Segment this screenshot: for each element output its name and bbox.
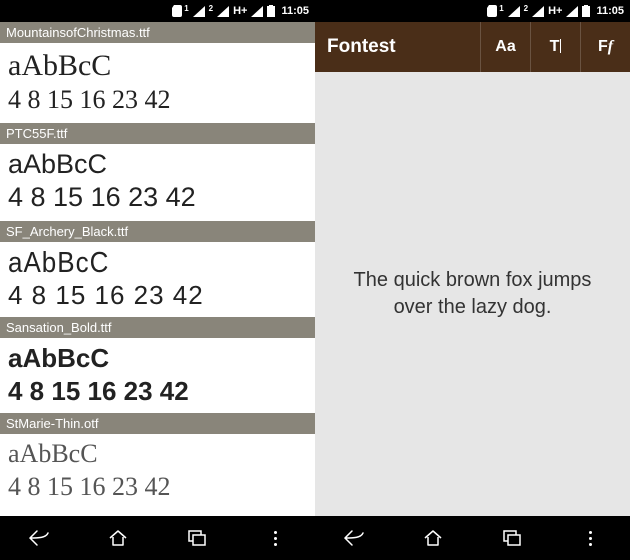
app-bar: Fontest Aa T Ff	[315, 22, 630, 72]
recent-apps-button[interactable]	[172, 523, 222, 553]
battery-icon	[267, 5, 275, 17]
status-bar: 1 2 H+ 11:05	[0, 0, 315, 22]
sample-numbers: 4 8 15 16 23 42	[8, 473, 307, 502]
sim1-label: 1	[184, 4, 188, 13]
signal-icon	[508, 6, 520, 17]
font-header[interactable]: Sansation_Bold.ttf	[0, 317, 315, 338]
preview-text: The quick brown fox jumps over the lazy …	[343, 267, 602, 321]
signal-icon	[217, 6, 229, 17]
aa-icon: Aa	[495, 38, 515, 56]
sample-numbers: 4 8 15 16 23 42	[8, 183, 307, 213]
sample-numbers: 4 8 15 16 23 42	[8, 86, 307, 115]
sample-letters: aAbBcC	[8, 247, 307, 278]
app-content: Fontest Aa T Ff The quick brown fox jump…	[315, 22, 630, 516]
font-list[interactable]: MountainsofChristmas.ttfaAbBcC4 8 15 16 …	[0, 22, 315, 516]
nav-bar	[315, 516, 630, 560]
status-bar: 1 2 H+ 11:05	[315, 0, 630, 22]
sample-letters: aAbBcC	[8, 49, 307, 82]
battery-icon	[582, 5, 590, 17]
menu-dots-button[interactable]	[251, 523, 301, 553]
network-label: H+	[233, 5, 247, 17]
nav-bar	[0, 516, 315, 560]
menu-dots-button[interactable]	[566, 523, 616, 553]
signal-icon	[532, 6, 544, 17]
back-button[interactable]	[14, 523, 64, 553]
home-button[interactable]	[93, 523, 143, 553]
preview-area[interactable]: The quick brown fox jumps over the lazy …	[315, 72, 630, 516]
network-label: H+	[548, 5, 562, 17]
sim-card-icon: 1	[487, 5, 503, 17]
back-button[interactable]	[329, 523, 379, 553]
sample-letters: aAbBcC	[8, 440, 307, 469]
sim1-label: 1	[499, 4, 503, 13]
signal-icon	[193, 6, 205, 17]
font-sample[interactable]: aAbBcC 4 8 15 16 23 42	[0, 434, 315, 509]
font-header[interactable]: PTC55F.ttf	[0, 123, 315, 144]
sim2-label: 2	[524, 4, 528, 13]
clock: 11:05	[281, 5, 309, 17]
font-sample[interactable]: aAbBcC4 8 15 16 23 42	[0, 144, 315, 221]
menu-dots-icon	[274, 531, 277, 546]
phone-right: 1 2 H+ 11:05 Fontest Aa T	[315, 0, 630, 560]
action-text-button[interactable]: T	[530, 22, 580, 72]
home-button[interactable]	[408, 523, 458, 553]
font-header[interactable]: SF_Archery_Black.ttf	[0, 221, 315, 242]
app-title: Fontest	[315, 22, 480, 72]
font-sample[interactable]: aAbBcC 4 8 15 16 23 42	[0, 43, 315, 123]
text-cursor-icon: T	[550, 38, 562, 56]
action-ff-button[interactable]: Ff	[580, 22, 630, 72]
sim-card-icon: 1	[172, 5, 188, 17]
sample-numbers: 4 8 15 16 23 42	[8, 281, 307, 310]
menu-dots-icon	[589, 531, 592, 546]
font-header[interactable]: StMarie-Thin.otf	[0, 413, 315, 434]
ff-icon: Ff	[598, 38, 613, 56]
signal-icon	[566, 6, 578, 17]
sample-numbers: 4 8 15 16 23 42	[8, 377, 307, 406]
font-header[interactable]: MountainsofChristmas.ttf	[0, 22, 315, 43]
phone-left: 1 2 H+ 11:05 MountainsofChristmas.ttf aAb…	[0, 0, 315, 560]
sim2-label: 2	[209, 4, 213, 13]
clock: 11:05	[596, 5, 624, 17]
signal-icon	[251, 6, 263, 17]
font-sample[interactable]: aAbBcC 4 8 15 16 23 42	[0, 242, 315, 317]
recent-apps-button[interactable]	[487, 523, 537, 553]
sample-letters: aAbBcC	[8, 150, 307, 180]
action-aa-button[interactable]: Aa	[480, 22, 530, 72]
sample-letters: aAbBcC	[8, 344, 307, 373]
font-sample[interactable]: aAbBcC 4 8 15 16 23 42	[0, 338, 315, 413]
